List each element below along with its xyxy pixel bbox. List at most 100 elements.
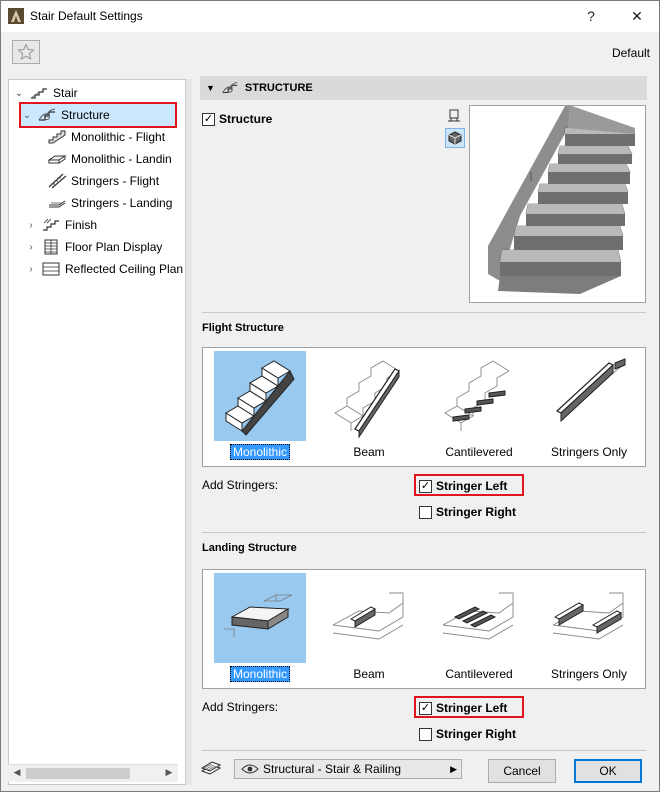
structure-label: Structure — [219, 112, 273, 126]
option-label: Cantilevered — [445, 445, 513, 459]
landing-stringer-left-checkbox[interactable]: ✓ Stringer Left — [419, 701, 507, 715]
flight-option-monolithic[interactable]: Monolithic — [214, 351, 306, 461]
tree-item-label: Stair — [53, 86, 78, 100]
beam-flight-image — [334, 360, 400, 439]
checkbox-icon[interactable]: ✓ — [419, 479, 432, 493]
expand-icon[interactable]: ⌄ — [13, 88, 25, 99]
floor-plan-icon — [41, 239, 61, 255]
stair-3d-preview — [469, 105, 646, 303]
tree-item-label: Stringers - Landing — [71, 196, 173, 210]
scroll-thumb[interactable] — [26, 768, 130, 779]
monolithic-flight-icon — [47, 129, 67, 145]
expand-icon[interactable]: › — [25, 220, 37, 231]
structure-checkbox[interactable]: ✓ Structure — [202, 112, 272, 126]
finish-icon — [41, 217, 61, 233]
eye-icon — [241, 764, 259, 774]
tree-horizontal-scrollbar[interactable]: ◀ ▶ — [8, 764, 178, 782]
checkbox-icon[interactable]: ✓ — [202, 112, 215, 126]
option-label: Monolithic — [229, 666, 291, 682]
checkbox-icon[interactable] — [419, 505, 432, 519]
monolithic-flight-image — [225, 360, 295, 436]
cube-icon — [448, 131, 462, 145]
3d-view-button[interactable] — [445, 128, 465, 148]
favorites-button[interactable] — [12, 40, 40, 64]
tree-item-monolithic-flight[interactable]: Monolithic - Flight — [47, 126, 165, 148]
flight-structure-title: Flight Structure — [202, 322, 284, 334]
option-label: Cantilevered — [445, 667, 513, 681]
plan-view-icon — [448, 109, 460, 122]
checkbox-icon[interactable]: ✓ — [419, 701, 432, 715]
cancel-button[interactable]: Cancel — [488, 759, 556, 783]
plan-view-button[interactable] — [446, 108, 462, 124]
layer-stack-button[interactable] — [200, 759, 222, 779]
landing-option-stringers-only[interactable]: Stringers Only — [543, 573, 635, 683]
panel-splitter[interactable] — [186, 79, 192, 785]
flight-option-stringers-only[interactable]: Stringers Only — [543, 351, 635, 461]
option-label: Beam — [353, 445, 385, 459]
layer-value: Structural - Stair & Railing — [263, 762, 402, 776]
tree-item-reflected-ceiling-plan[interactable]: › Reflected Ceiling Plan — [25, 258, 185, 280]
landing-structure-title: Landing Structure — [202, 542, 297, 554]
dropdown-arrow-icon: ▶ — [450, 763, 457, 774]
add-stringers-label: Add Stringers: — [202, 478, 279, 492]
tree-item-stringers-flight[interactable]: Stringers - Flight — [47, 170, 159, 192]
tree-item-structure[interactable]: ⌄ Structure — [19, 102, 177, 128]
scroll-left-icon[interactable]: ◀ — [10, 767, 24, 778]
option-label: Stringers Only — [550, 667, 628, 681]
tree-item-label: Stringers - Flight — [71, 174, 160, 188]
landing-stringer-right-checkbox[interactable]: Stringer Right — [419, 727, 516, 741]
option-label: Monolithic — [229, 444, 291, 460]
option-label: Beam — [353, 667, 385, 681]
ok-button[interactable]: OK — [574, 759, 642, 783]
scroll-right-icon[interactable]: ▶ — [162, 767, 176, 778]
app-icon — [8, 8, 24, 24]
layer-dropdown[interactable]: Structural - Stair & Railing ▶ — [234, 759, 462, 779]
stringers-only-landing-image — [552, 592, 624, 640]
collapse-icon[interactable]: ▼ — [206, 83, 215, 93]
flight-option-cantilevered[interactable]: Cantilevered — [433, 351, 525, 461]
flight-structure-gallery: Monolithic Beam Cantilevered Stringers O… — [202, 347, 646, 467]
section-header[interactable]: ▼ STRUCTURE — [200, 76, 647, 100]
stair-3d-image — [488, 106, 636, 294]
monolithic-landing-image — [224, 594, 293, 637]
flight-option-beam[interactable]: Beam — [323, 351, 415, 461]
star-icon — [17, 43, 35, 61]
add-stringers-label: Add Stringers: — [202, 700, 279, 714]
expand-icon[interactable]: ⌄ — [21, 110, 33, 121]
landing-structure-gallery: Monolithic Beam Cantilevered Stringers O… — [202, 569, 646, 689]
flight-stringer-left-checkbox[interactable]: ✓ Stringer Left — [419, 479, 507, 493]
tree-item-floor-plan-display[interactable]: › Floor Plan Display — [25, 236, 162, 258]
close-button[interactable]: ✕ — [614, 0, 660, 32]
stringer-right-label: Stringer Right — [436, 505, 516, 519]
expand-icon[interactable]: › — [25, 242, 37, 253]
separator — [202, 532, 646, 533]
flight-stringer-right-checkbox[interactable]: Stringer Right — [419, 505, 516, 519]
help-icon: ? — [587, 8, 595, 24]
tree-item-label: Floor Plan Display — [65, 240, 163, 254]
cantilevered-flight-image — [444, 360, 510, 431]
stringers-only-flight-image — [555, 358, 626, 423]
settings-tree: ⌄ Stair ⌄ Structure Monolithic - Flight … — [8, 79, 186, 785]
structure-icon — [222, 82, 238, 94]
beam-landing-image — [332, 592, 404, 640]
tree-item-finish[interactable]: › Finish — [25, 214, 97, 236]
preset-label: Default — [611, 46, 650, 60]
option-label: Stringers Only — [550, 445, 628, 459]
tree-item-label: Reflected Ceiling Plan — [65, 262, 184, 276]
separator — [202, 312, 646, 313]
tree-item-label: Structure — [61, 108, 110, 122]
checkbox-icon[interactable] — [419, 727, 432, 741]
stair-icon — [29, 85, 49, 101]
landing-option-beam[interactable]: Beam — [323, 573, 415, 683]
expand-icon[interactable]: › — [25, 264, 37, 275]
cantilevered-landing-image — [442, 592, 514, 640]
tree-item-monolithic-landing[interactable]: Monolithic - Landin — [47, 148, 172, 170]
tree-item-stair[interactable]: ⌄ Stair — [13, 82, 78, 104]
landing-option-cantilevered[interactable]: Cantilevered — [433, 573, 525, 683]
section-title: STRUCTURE — [244, 82, 313, 94]
landing-option-monolithic[interactable]: Monolithic — [214, 573, 306, 683]
monolithic-landing-icon — [47, 151, 67, 167]
tree-item-label: Monolithic - Flight — [71, 130, 166, 144]
help-button[interactable]: ? — [568, 0, 614, 32]
tree-item-stringers-landing[interactable]: Stringers - Landing — [47, 192, 172, 214]
